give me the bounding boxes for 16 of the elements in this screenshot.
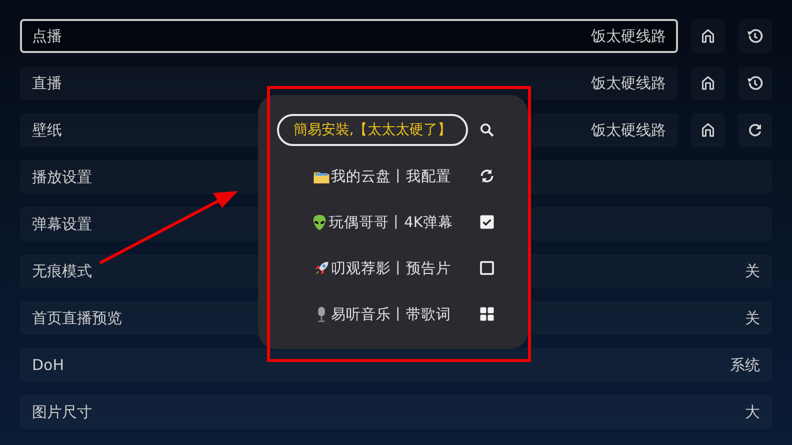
setting-value: 饭太硬线路 xyxy=(591,120,666,140)
setting-label: 首页直播预览 xyxy=(32,308,122,328)
setting-label: 图片尺寸 xyxy=(32,402,92,422)
setting-value: 关 xyxy=(745,262,760,280)
setting-value: 饭太硬线路 xyxy=(591,74,666,92)
setting-label: 弹幕设置 xyxy=(32,214,92,234)
setting-label: 直播 xyxy=(32,74,62,92)
setting-value: 系统 xyxy=(730,356,760,374)
setting-label: 点播 xyxy=(32,26,62,46)
setting-label: 无痕模式 xyxy=(32,262,92,280)
setting-value: 大 xyxy=(745,402,760,422)
setting-value: 饭太硬线路 xyxy=(591,26,666,46)
setting-label: 壁纸 xyxy=(32,120,62,140)
setting-label: DoH xyxy=(32,356,64,374)
setting-value: 关 xyxy=(745,308,760,328)
setting-label: 播放设置 xyxy=(32,168,92,186)
